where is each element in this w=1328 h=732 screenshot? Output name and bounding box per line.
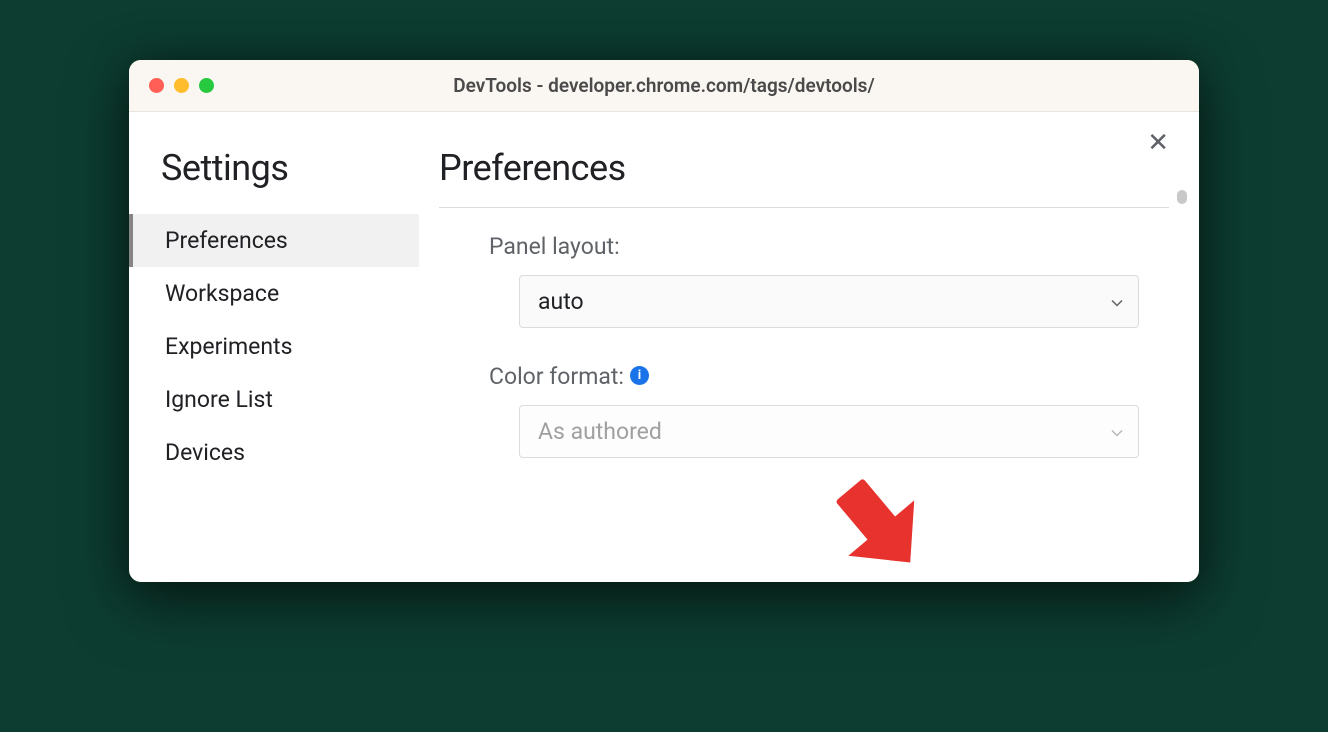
- window-title: DevTools - developer.chrome.com/tags/dev…: [149, 74, 1179, 97]
- sidebar-item-workspace[interactable]: Workspace: [129, 267, 419, 320]
- window-titlebar: DevTools - developer.chrome.com/tags/dev…: [129, 60, 1199, 112]
- settings-content: ✕ Settings Preferences Workspace Experim…: [129, 112, 1199, 582]
- panel-layout-label: Panel layout:: [489, 233, 1139, 260]
- sidebar-item-devices[interactable]: Devices: [129, 426, 419, 479]
- preferences-panel: Preferences Panel layout: auto Color for…: [419, 112, 1199, 582]
- form-section: Panel layout: auto Color format: i As au…: [439, 233, 1169, 458]
- sidebar-item-experiments[interactable]: Experiments: [129, 320, 419, 373]
- panel-layout-select-wrapper: auto: [519, 275, 1139, 328]
- minimize-window-button[interactable]: [174, 78, 189, 93]
- preferences-heading: Preferences: [439, 147, 1169, 207]
- sidebar-item-preferences[interactable]: Preferences: [129, 214, 419, 267]
- sidebar-item-label: Ignore List: [165, 386, 273, 413]
- color-format-select[interactable]: As authored: [519, 405, 1139, 458]
- info-icon[interactable]: i: [630, 366, 649, 385]
- close-window-button[interactable]: [149, 78, 164, 93]
- sidebar-item-label: Workspace: [165, 280, 279, 307]
- settings-heading: Settings: [129, 147, 419, 214]
- sidebar-item-ignore-list[interactable]: Ignore List: [129, 373, 419, 426]
- color-format-label: Color format: i: [489, 363, 1139, 390]
- sidebar-item-label: Experiments: [165, 333, 292, 360]
- color-format-select-wrapper: As authored: [519, 405, 1139, 458]
- devtools-settings-window: DevTools - developer.chrome.com/tags/dev…: [129, 60, 1199, 582]
- divider: [439, 207, 1169, 208]
- settings-sidebar: Settings Preferences Workspace Experimen…: [129, 112, 419, 582]
- panel-layout-select[interactable]: auto: [519, 275, 1139, 328]
- sidebar-item-label: Preferences: [165, 227, 288, 254]
- maximize-window-button[interactable]: [199, 78, 214, 93]
- traffic-lights: [149, 78, 214, 93]
- sidebar-item-label: Devices: [165, 439, 245, 466]
